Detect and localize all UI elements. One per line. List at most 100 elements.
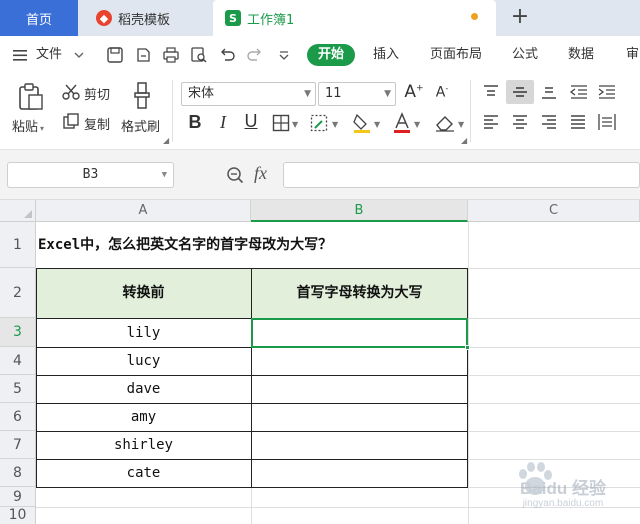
cut-button[interactable]: 剪切 <box>84 84 110 103</box>
cell-reference: B3 <box>82 167 99 182</box>
align-center-icon[interactable] <box>511 114 529 130</box>
spreadsheet-grid: A B C 1 2 3 4 5 6 7 8 9 10 Excel中，怎么把英文名… <box>0 200 640 524</box>
cell-a3[interactable]: lily <box>36 319 251 347</box>
font-size-select[interactable]: 11 ▼ <box>318 82 396 106</box>
increase-font-size-icon[interactable]: A+ <box>404 82 424 102</box>
chevron-down-icon[interactable]: ▼ <box>414 120 420 129</box>
align-top-icon[interactable] <box>482 84 500 100</box>
font-name-value: 宋体 <box>188 86 215 101</box>
paste-button[interactable]: 粘贴 ▾ <box>12 116 44 135</box>
menu-formula[interactable]: 公式 <box>512 44 538 66</box>
align-left-icon[interactable] <box>482 114 500 130</box>
cell-a6[interactable]: amy <box>36 403 251 431</box>
menu-review[interactable]: 审 <box>626 44 639 66</box>
cell-a5[interactable]: dave <box>36 375 251 403</box>
hamburger-menu-icon[interactable] <box>12 47 30 65</box>
eraser-icon[interactable] <box>434 113 456 133</box>
align-middle-icon <box>513 87 527 97</box>
chevron-down-icon[interactable]: ▼ <box>458 120 464 129</box>
menu-file-label: 文件 <box>36 47 63 62</box>
align-bottom-icon[interactable] <box>540 84 558 100</box>
cell-a4[interactable]: lucy <box>36 347 251 375</box>
unsaved-indicator-icon <box>471 13 478 20</box>
copy-button[interactable]: 复制 <box>84 114 110 133</box>
dialog-launcher-icon[interactable]: ◢ <box>163 136 169 145</box>
zoom-search-icon[interactable] <box>226 166 244 184</box>
tab-workbook-label: 工作簿1 <box>247 12 295 28</box>
title-cell[interactable]: Excel中，怎么把英文名字的首字母改为大写？ <box>38 222 468 268</box>
row-header-2[interactable]: 2 <box>0 268 36 318</box>
active-cell-b3[interactable] <box>251 318 468 348</box>
save-icon[interactable] <box>106 46 124 64</box>
menu-insert[interactable]: 插入 <box>373 44 399 66</box>
header-cell-before[interactable]: 转换前 <box>36 269 251 318</box>
export-icon[interactable] <box>134 46 152 64</box>
decrease-font-size-icon[interactable]: A- <box>432 84 452 101</box>
chevron-down-icon[interactable] <box>70 46 88 64</box>
name-box[interactable]: B3 ▼ <box>7 162 174 188</box>
cell-a8[interactable]: cate <box>36 459 251 487</box>
table-border <box>36 431 468 432</box>
underline-button[interactable]: U <box>242 111 260 132</box>
formula-input[interactable] <box>283 162 640 188</box>
cell-a7[interactable]: shirley <box>36 431 251 459</box>
more-options-icon[interactable] <box>276 46 294 64</box>
font-color-icon[interactable] <box>392 112 412 134</box>
tab-templates[interactable]: ◆ 稻壳模板 <box>80 0 210 36</box>
column-header-b[interactable]: B <box>251 200 468 222</box>
table-border <box>36 459 468 460</box>
menu-start[interactable]: 开始 <box>307 44 355 66</box>
row-header-3[interactable]: 3 <box>0 318 36 347</box>
justify-icon[interactable] <box>569 114 587 130</box>
chevron-down-icon[interactable]: ▼ <box>292 120 298 129</box>
insert-function-button[interactable]: fx <box>254 163 267 184</box>
undo-icon[interactable] <box>218 46 236 64</box>
row-header-4[interactable]: 4 <box>0 347 36 375</box>
formula-bar: B3 ▼ fx <box>0 150 640 200</box>
fill-handle[interactable] <box>465 345 470 350</box>
row-header-10[interactable]: 10 <box>0 507 36 524</box>
table-border <box>467 268 468 488</box>
format-painter-button[interactable]: 格式刷 <box>121 116 160 135</box>
dialog-launcher-icon[interactable]: ◢ <box>461 136 467 145</box>
chevron-down-icon: ▼ <box>384 89 391 99</box>
ribbon: 粘贴 ▾ 剪切 复制 格式刷 ◢ 宋体 ▼ 11 ▼ A+ A- B I U ▼ ▼ … <box>0 74 640 150</box>
menu-data[interactable]: 数据 <box>568 44 594 66</box>
row-header-9[interactable]: 9 <box>0 487 36 507</box>
row-header-1[interactable]: 1 <box>0 222 36 268</box>
cell-style-icon[interactable] <box>310 114 328 132</box>
row-header-7[interactable]: 7 <box>0 431 36 459</box>
row-header-8[interactable]: 8 <box>0 459 36 487</box>
align-middle-button[interactable] <box>506 80 534 104</box>
chevron-down-icon[interactable]: ▼ <box>332 120 338 129</box>
select-all-corner[interactable] <box>0 200 36 222</box>
redo-icon[interactable] <box>246 46 264 64</box>
increase-indent-icon[interactable] <box>597 84 617 100</box>
chevron-down-icon[interactable]: ▼ <box>374 120 380 129</box>
header-cell-after[interactable]: 首写字母转换为大写 <box>251 269 468 318</box>
borders-icon[interactable] <box>272 114 290 132</box>
print-icon[interactable] <box>162 46 180 64</box>
decrease-indent-icon[interactable] <box>569 84 589 100</box>
fill-color-icon[interactable] <box>352 112 372 134</box>
align-right-icon[interactable] <box>540 114 558 130</box>
tab-workbook[interactable]: S 工作簿1 <box>213 0 496 36</box>
tab-home[interactable]: 首页 <box>0 0 78 36</box>
gridline <box>251 487 252 524</box>
table-border <box>36 268 468 269</box>
italic-button[interactable]: I <box>214 112 232 133</box>
print-preview-icon[interactable] <box>190 46 208 64</box>
distributed-align-icon[interactable] <box>597 112 617 132</box>
gridline <box>468 431 640 432</box>
paste-icon[interactable] <box>16 82 44 112</box>
row-header-6[interactable]: 6 <box>0 403 36 431</box>
column-header-a[interactable]: A <box>36 200 251 222</box>
menu-page-layout[interactable]: 页面布局 <box>430 44 482 66</box>
bold-button[interactable]: B <box>186 112 204 133</box>
chevron-down-icon: ▼ <box>304 89 311 99</box>
new-tab-button[interactable]: + <box>508 5 532 29</box>
menu-file[interactable]: 文件 <box>36 44 62 66</box>
column-header-c[interactable]: C <box>468 200 640 222</box>
font-name-select[interactable]: 宋体 ▼ <box>181 82 316 106</box>
row-header-5[interactable]: 5 <box>0 375 36 403</box>
